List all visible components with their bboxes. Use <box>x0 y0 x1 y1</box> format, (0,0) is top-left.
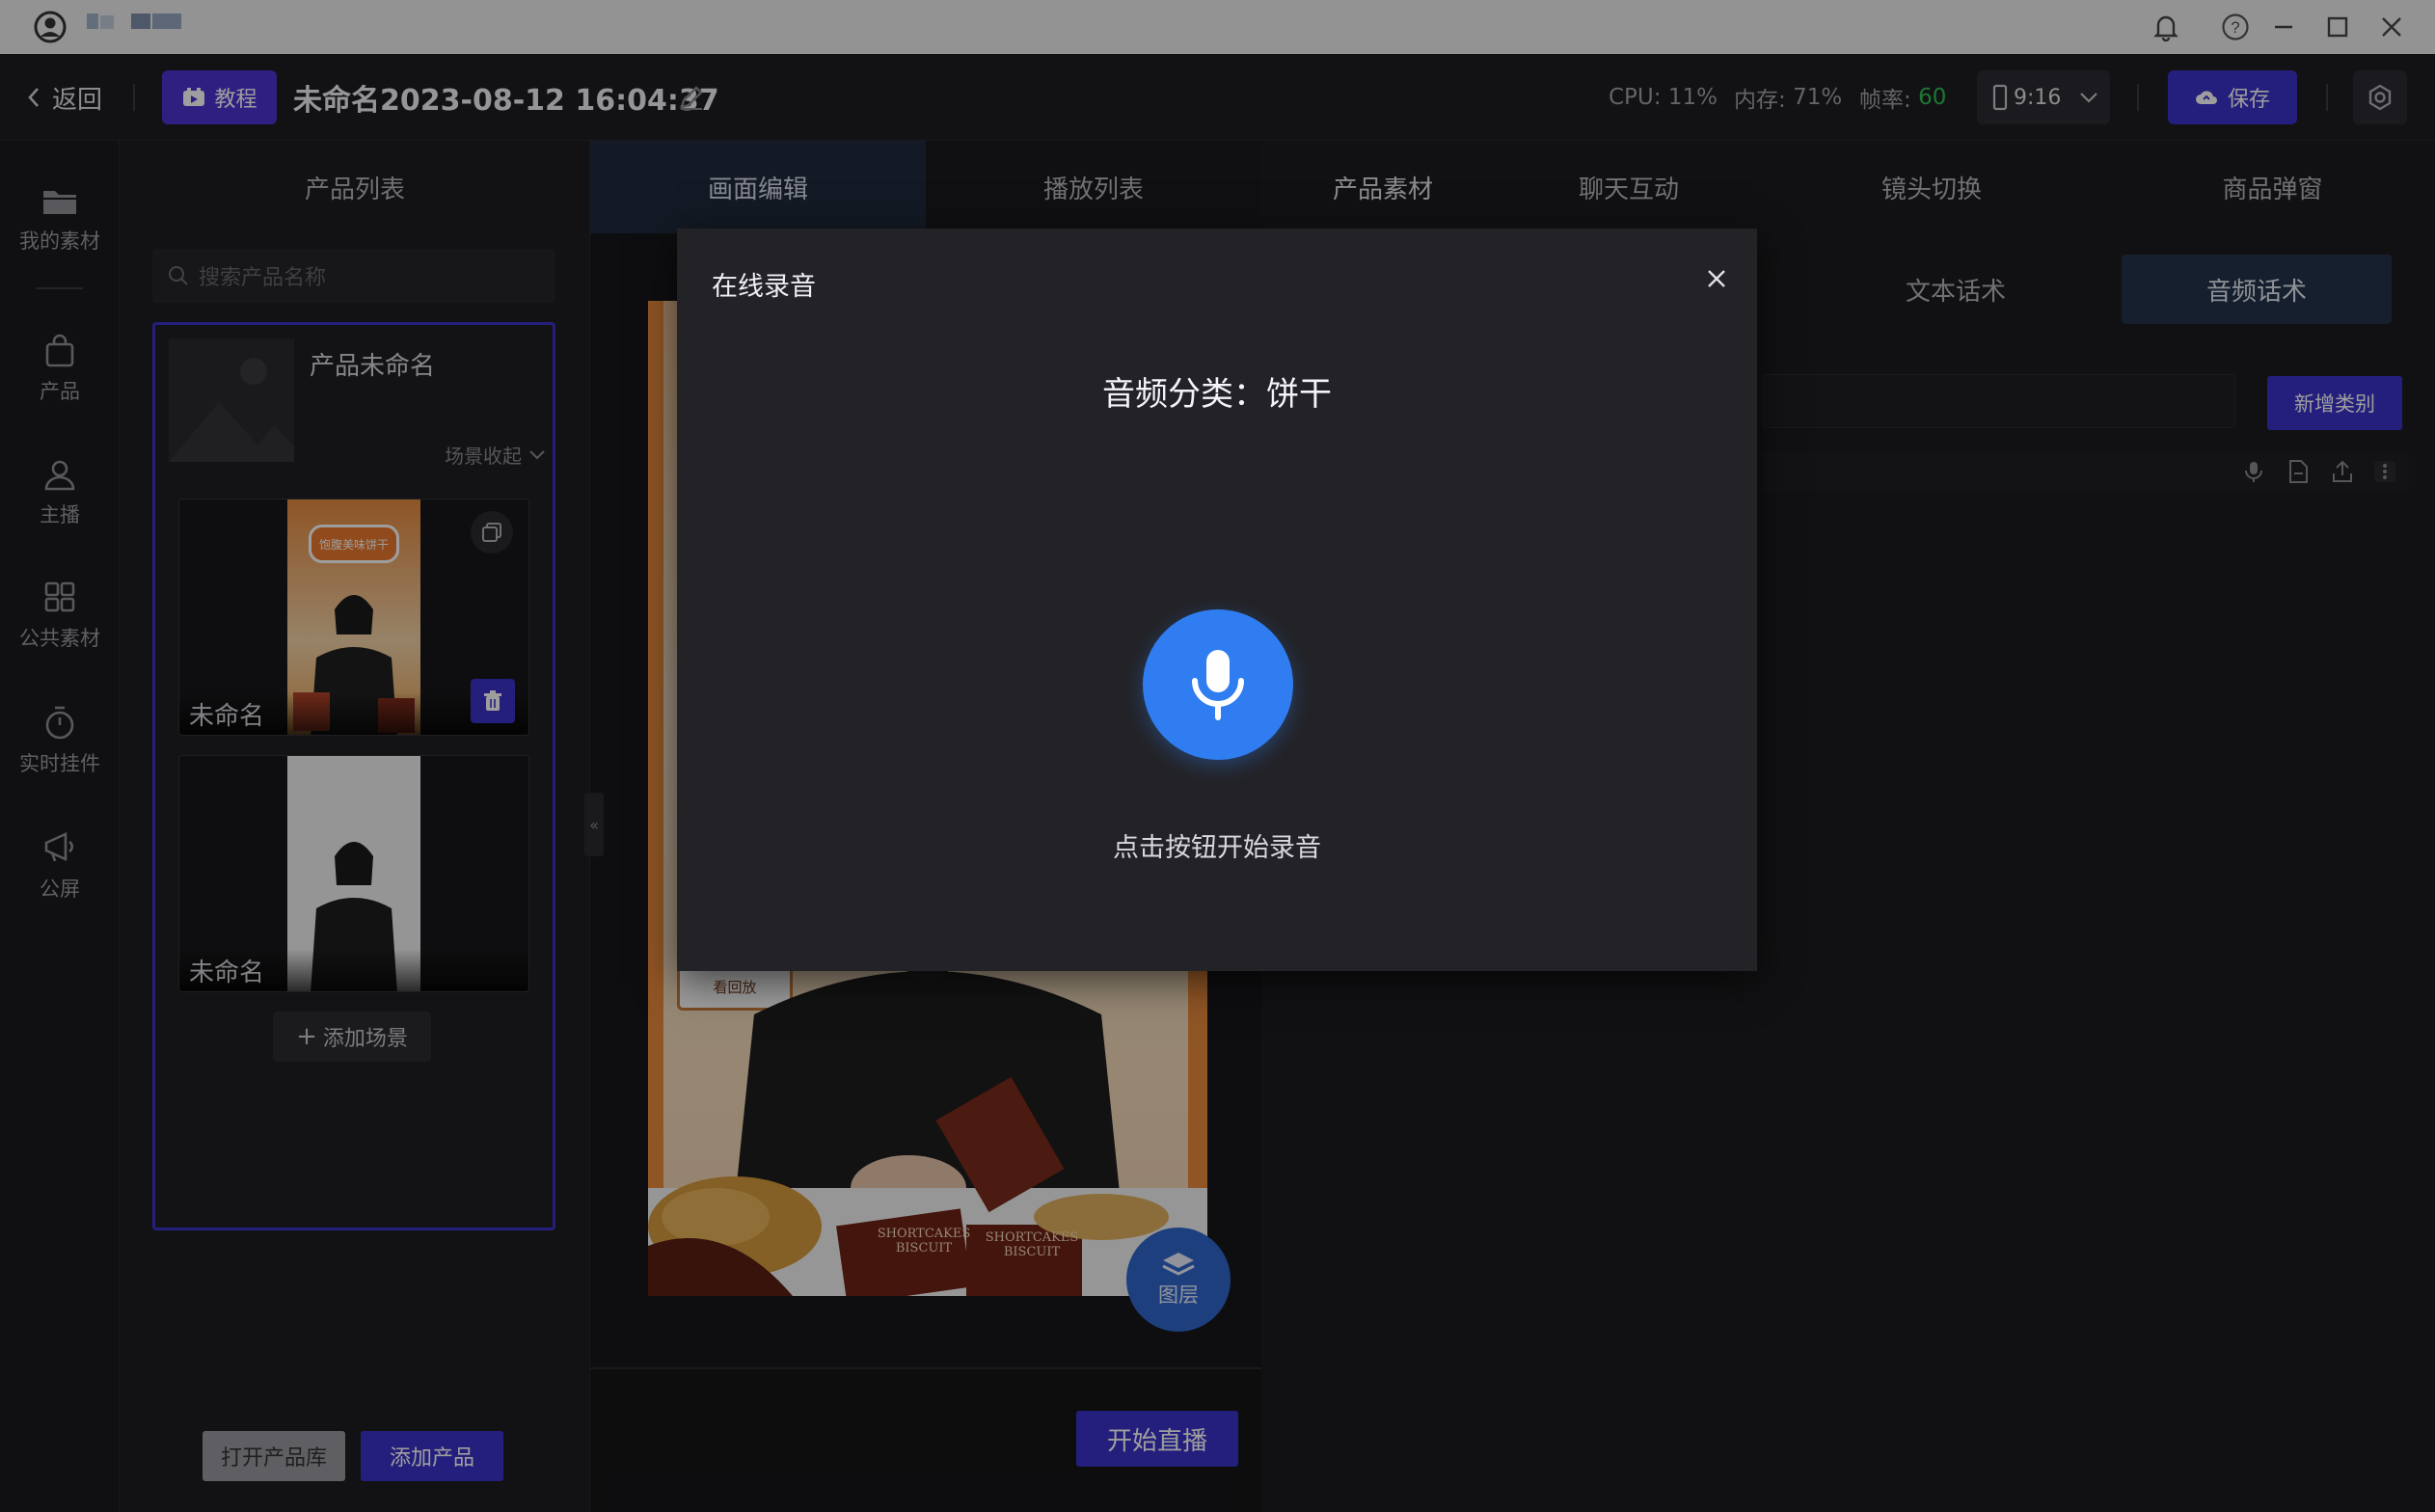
online-recording-dialog: 在线录音 音频分类：饼干 点击按钮开始录音 <box>677 229 1757 971</box>
close-dialog-button[interactable] <box>1697 259 1736 298</box>
microphone-icon <box>1192 650 1244 720</box>
record-hint: 点击按钮开始录音 <box>1113 833 1321 863</box>
record-button[interactable] <box>1143 609 1293 760</box>
audio-category-label: 音频分类：饼干 <box>1102 375 1332 414</box>
dialog-title: 在线录音 <box>712 272 816 302</box>
close-icon <box>1708 270 1725 287</box>
